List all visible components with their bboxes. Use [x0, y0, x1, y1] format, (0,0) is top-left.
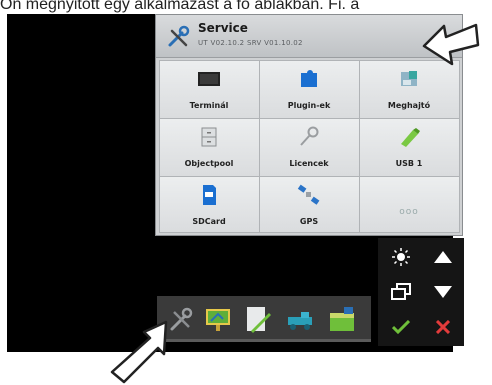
pointer-arrow-icon: [110, 320, 168, 384]
app-tractor-icon[interactable]: [285, 304, 315, 334]
scroll-up-button[interactable]: [422, 240, 464, 273]
tile-label: SDCard: [192, 216, 226, 226]
tile-licenses[interactable]: Licencek: [258, 117, 360, 177]
close-icon: [436, 319, 450, 334]
tile-label: USB 1: [395, 158, 423, 168]
tile-usb[interactable]: USB 1: [358, 117, 460, 177]
usb-icon: [401, 127, 420, 147]
check-icon: [392, 319, 410, 334]
pointer-arrow-icon: [422, 23, 480, 66]
app-bar: [157, 296, 371, 342]
side-control-panel: [378, 238, 464, 346]
tile-label: Terminál: [189, 100, 229, 110]
arrow-down-icon: [434, 285, 452, 298]
tile-drive[interactable]: Meghajtó: [358, 59, 460, 119]
scroll-down-button[interactable]: [422, 275, 464, 308]
cancel-button[interactable]: [422, 310, 464, 343]
tile-plugins[interactable]: Plugin-ek: [258, 59, 360, 119]
terminal-icon: [198, 71, 220, 86]
confirm-button[interactable]: [380, 310, 422, 343]
service-window: Service UT V02.10.2 SRV V01.10.02 Termin…: [155, 14, 463, 236]
app-field-icon[interactable]: [327, 304, 357, 334]
sdcard-icon: [203, 184, 216, 205]
tile-label: GPS: [299, 216, 319, 226]
tile-label: Objectpool: [184, 158, 234, 168]
brightness-icon: [392, 247, 410, 266]
key-icon: [300, 126, 319, 146]
window-switch-icon: [391, 282, 411, 300]
app-map-icon[interactable]: [203, 304, 233, 334]
wrench-icon: [168, 25, 190, 47]
drive-icon: [401, 70, 417, 86]
app-notes-icon[interactable]: [243, 304, 273, 334]
tile-objectpool[interactable]: Objectpool: [158, 117, 260, 177]
tile-sdcard[interactable]: SDCard: [158, 175, 260, 233]
satellite-icon: [297, 184, 320, 205]
tile-terminal[interactable]: Terminál: [158, 59, 260, 119]
tile-more[interactable]: ooo: [358, 175, 460, 233]
window-version: UT V02.10.2 SRV V01.10.02: [198, 39, 303, 47]
tile-label: Licencek: [289, 158, 329, 168]
arrow-up-icon: [434, 250, 452, 263]
puzzle-icon: [301, 69, 317, 87]
tile-label: Meghajtó: [387, 100, 431, 110]
brightness-button[interactable]: [380, 240, 422, 273]
tile-gps[interactable]: GPS: [258, 175, 360, 233]
tile-label: Plugin-ek: [287, 100, 331, 110]
window-switch-button[interactable]: [380, 275, 422, 308]
window-title: Service: [198, 21, 248, 35]
app-grid: Terminál Plugin-ek Meghajtó Objectpool L…: [158, 59, 460, 233]
app-bar-underline: [157, 339, 371, 342]
more-icon: ooo: [399, 206, 419, 217]
cabinet-icon: [201, 127, 217, 146]
window-header: Service UT V02.10.2 SRV V01.10.02: [156, 15, 462, 58]
